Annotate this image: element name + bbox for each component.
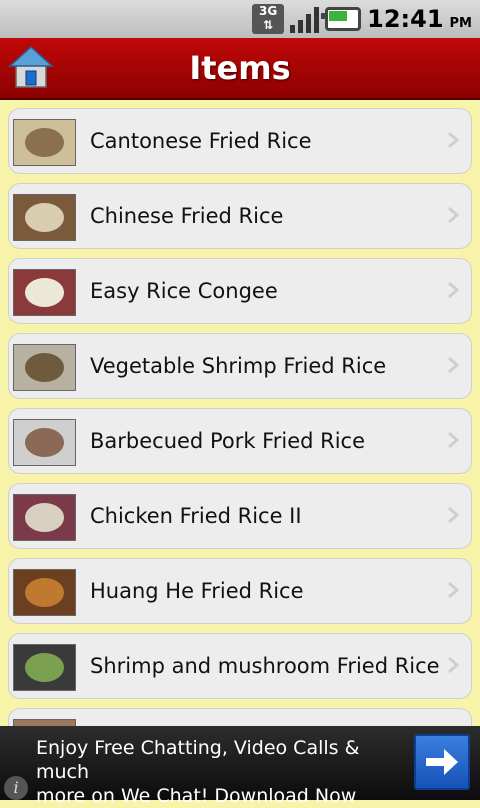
info-icon[interactable]: i: [4, 776, 28, 800]
clock: 12:41 PM: [367, 5, 472, 33]
chevron-right-icon: [448, 206, 459, 224]
list-item[interactable]: Huang He Fried Rice: [8, 558, 472, 624]
item-thumbnail: [13, 119, 76, 166]
chevron-right-icon: [448, 356, 459, 374]
list-item[interactable]: Barbecued Pork Fried Rice: [8, 408, 472, 474]
chevron-right-icon: [448, 431, 459, 449]
list-item[interactable]: Easy Rice Congee: [8, 258, 472, 324]
signal-icon: [290, 5, 320, 33]
item-label: Steamed Rice With Coconut and: [90, 709, 430, 726]
chevron-right-icon: [448, 656, 459, 674]
chevron-right-icon: [448, 131, 459, 149]
network-type: 3G: [259, 4, 278, 18]
chevron-right-icon: [448, 581, 459, 599]
list-item[interactable]: Shrimp and mushroom Fried Rice: [8, 633, 472, 699]
list-item[interactable]: Cantonese Fried Rice: [8, 108, 472, 174]
status-icons: 3G ⇅ 12:41 PM: [252, 2, 472, 36]
item-label: Chinese Fried Rice: [90, 204, 284, 228]
status-bar: 3G ⇅ 12:41 PM: [0, 0, 480, 39]
battery-charging-icon: [321, 7, 362, 31]
item-label: Huang He Fried Rice: [90, 579, 304, 603]
item-thumbnail: [13, 569, 76, 616]
item-thumbnail: [13, 344, 76, 391]
3g-icon: 3G ⇅: [252, 4, 285, 34]
ad-banner[interactable]: Enjoy Free Chatting, Video Calls & much …: [0, 726, 480, 807]
clock-time: 12:41: [367, 5, 444, 33]
clock-ampm: PM: [449, 16, 472, 31]
list-item[interactable]: Chicken Fried Rice II: [8, 483, 472, 549]
ad-text-line1: Enjoy Free Chatting, Video Calls & much: [36, 737, 360, 783]
home-icon[interactable]: [8, 44, 54, 90]
list-item[interactable]: Chinese Fried Rice: [8, 183, 472, 249]
chevron-right-icon: [448, 281, 459, 299]
item-thumbnail: [13, 269, 76, 316]
ad-text[interactable]: Enjoy Free Chatting, Video Calls & much …: [36, 736, 406, 808]
item-label: Barbecued Pork Fried Rice: [90, 429, 366, 453]
arrow-right-icon[interactable]: [414, 734, 470, 790]
title-bar: Items: [0, 38, 480, 100]
item-thumbnail: [13, 644, 76, 691]
chevron-right-icon: [448, 506, 459, 524]
item-label: Cantonese Fried Rice: [90, 129, 312, 153]
item-thumbnail: [13, 194, 76, 241]
item-label: Vegetable Shrimp Fried Rice: [90, 354, 387, 378]
ad-text-line2: more on We Chat! Download Now: [36, 785, 357, 807]
item-label: Shrimp and mushroom Fried Rice: [90, 654, 440, 678]
item-label: Chicken Fried Rice II: [90, 504, 302, 528]
list-item[interactable]: Vegetable Shrimp Fried Rice: [8, 333, 472, 399]
item-thumbnail: [13, 419, 76, 466]
item-thumbnail: [13, 494, 76, 541]
list-item[interactable]: Steamed Rice With Coconut and: [8, 708, 472, 726]
item-list: Cantonese Fried Rice Chinese Fried Rice Ea…: [8, 108, 472, 726]
item-thumbnail: [13, 719, 76, 726]
page-title: Items: [189, 49, 291, 87]
item-label: Easy Rice Congee: [90, 279, 278, 303]
